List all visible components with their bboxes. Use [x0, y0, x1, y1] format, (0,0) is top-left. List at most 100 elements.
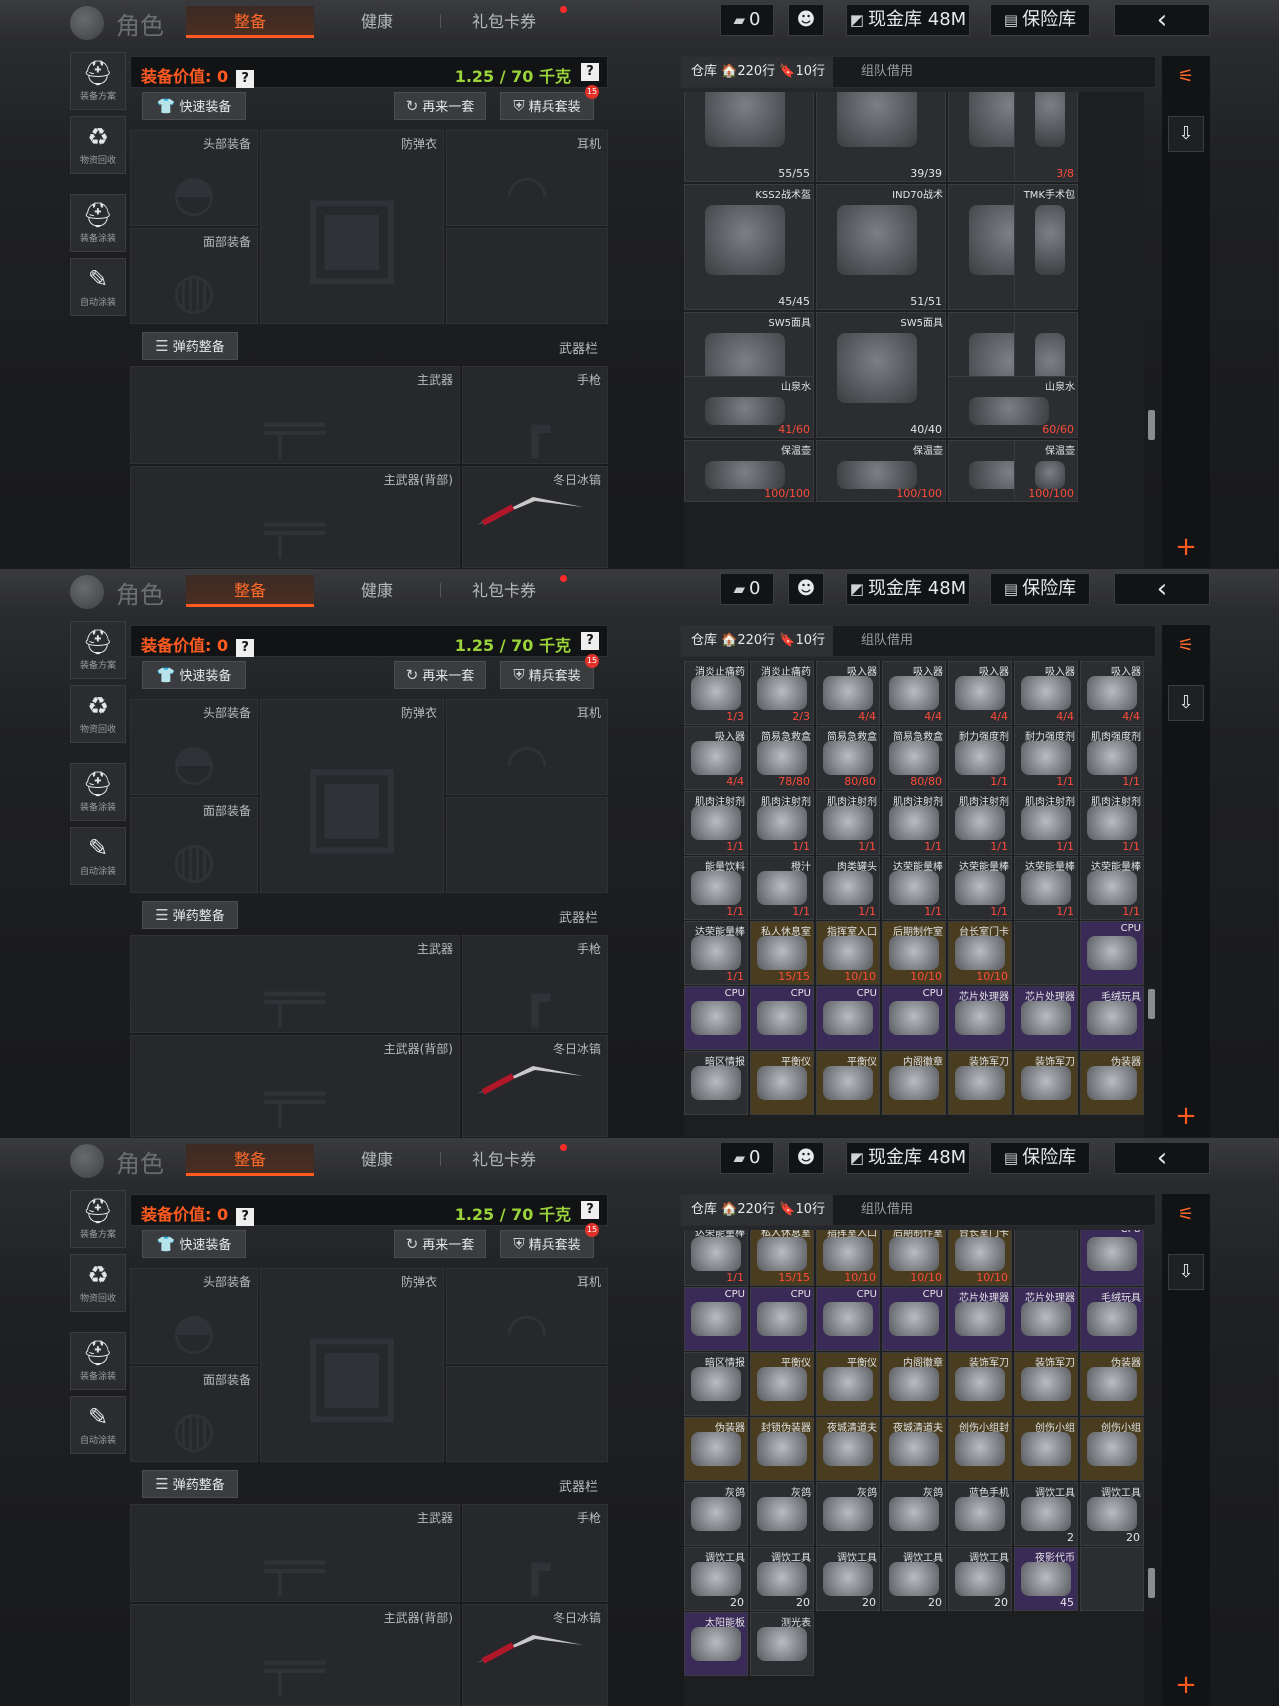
- inventory-item[interactable]: 后期制作室 10/10: [882, 921, 946, 985]
- inventory-item[interactable]: 指挥室入口 10/10: [816, 1230, 880, 1286]
- inventory-item[interactable]: 耐力强度剂 1/1: [1014, 726, 1078, 790]
- inventory-item[interactable]: 达荣能量棒 1/1: [948, 856, 1012, 920]
- ammo-prep-button[interactable]: ☰ 弹药整备: [142, 1470, 238, 1498]
- inventory-item[interactable]: [1014, 1230, 1078, 1286]
- inventory-item[interactable]: IND70战术 51/51: [816, 184, 946, 310]
- armor-slot[interactable]: 防弹衣 ▣: [260, 1268, 444, 1462]
- inventory-item[interactable]: 橙汁 1/1: [750, 856, 814, 920]
- inventory-item[interactable]: 伪装器: [684, 1417, 748, 1481]
- tab-gift[interactable]: 礼包卡券: [440, 575, 568, 607]
- inventory-item[interactable]: 测光表: [750, 1612, 814, 1676]
- coin-counter[interactable]: ▰ 0: [720, 1142, 774, 1174]
- inventory-item[interactable]: CPU: [750, 1287, 814, 1351]
- tab-gift[interactable]: 礼包卡券: [440, 6, 568, 38]
- help-icon[interactable]: ?: [236, 1208, 255, 1226]
- tab-health[interactable]: 健康: [320, 1144, 434, 1176]
- inventory-item[interactable]: CPU: [816, 986, 880, 1050]
- safe-vault-button[interactable]: ▤ 保险库: [990, 573, 1090, 605]
- inventory-item[interactable]: 伪装器: [1080, 1051, 1144, 1115]
- tab-warehouse[interactable]: 仓库 🏠220行 🔖10行: [681, 1195, 833, 1225]
- quick-equip-button[interactable]: 👕 快速装备: [142, 1230, 246, 1258]
- inventory-item[interactable]: 达荣能量棒 1/1: [684, 1230, 748, 1286]
- inventory-item[interactable]: 灰鸽: [816, 1482, 880, 1546]
- inventory-item[interactable]: 芯片处理器: [948, 986, 1012, 1050]
- inventory-item[interactable]: 指挥室入口 10/10: [816, 921, 880, 985]
- ear-slot[interactable]: 耳机 ◠: [446, 699, 608, 795]
- inventory-item[interactable]: 夜影代币 45: [1014, 1547, 1078, 1611]
- empty-slot[interactable]: [446, 1366, 608, 1462]
- cash-vault-button[interactable]: ◩ 现金库 48M: [846, 573, 970, 605]
- head-slot[interactable]: 头部装备 ◓: [130, 699, 258, 795]
- sidebar-item-recycle[interactable]: ♻ 物资回收: [70, 116, 126, 174]
- inventory-item[interactable]: 吸入器 4/4: [948, 661, 1012, 725]
- face-slot[interactable]: 面部装备 ◍: [130, 228, 258, 324]
- primary-weapon-slot[interactable]: 主武器 ╤═: [130, 935, 460, 1033]
- scrollbar[interactable]: [1148, 989, 1155, 1019]
- inventory-item[interactable]: 封锁伪装器: [750, 1417, 814, 1481]
- inventory-item[interactable]: 保温壶 100/100: [1014, 440, 1078, 502]
- inventory-item[interactable]: 毛绒玩具: [1080, 986, 1144, 1050]
- inventory-item[interactable]: [1080, 1547, 1144, 1611]
- back-weapon-slot[interactable]: 主武器(背部) ╤═: [130, 466, 460, 568]
- repeat-set-button[interactable]: ↻ 再来一套: [394, 1230, 486, 1258]
- inventory-item[interactable]: 装饰军刀: [948, 1352, 1012, 1416]
- inventory-item[interactable]: 平衡仪: [816, 1051, 880, 1115]
- inventory-item[interactable]: 简易急救盒 78/80: [750, 726, 814, 790]
- inventory-item[interactable]: 调饮工具 20: [948, 1547, 1012, 1611]
- inventory-item[interactable]: 台长室门卡 10/10: [948, 1230, 1012, 1286]
- stack-download-icon[interactable]: ⇩: [1168, 116, 1204, 152]
- help-icon[interactable]: ?: [236, 70, 255, 88]
- inventory-item[interactable]: CPU: [684, 986, 748, 1050]
- tab-gift[interactable]: 礼包卡券: [440, 1144, 568, 1176]
- weight-help-icon[interactable]: ?: [581, 63, 599, 81]
- inventory-item[interactable]: 平衡仪: [750, 1051, 814, 1115]
- inventory-item[interactable]: 太阳能板: [684, 1612, 748, 1676]
- weight-help-icon[interactable]: ?: [581, 632, 599, 650]
- inventory-item[interactable]: 调饮工具 20: [882, 1547, 946, 1611]
- inventory-item[interactable]: 芯片处理器: [1014, 1287, 1078, 1351]
- inventory-item[interactable]: 吸入器 4/4: [882, 661, 946, 725]
- inventory-item[interactable]: 平衡仪: [750, 1352, 814, 1416]
- repeat-set-button[interactable]: ↻ 再来一套: [394, 92, 486, 120]
- coin-counter[interactable]: ▰ 0: [720, 4, 774, 36]
- sidebar-item-loadout[interactable]: ⛑ 装备方案: [70, 52, 126, 110]
- add-icon[interactable]: +: [1168, 1668, 1204, 1704]
- weight-help-icon[interactable]: ?: [581, 1201, 599, 1219]
- inventory-item[interactable]: 3/8: [1014, 92, 1078, 182]
- head-slot[interactable]: 头部装备 ◓: [130, 1268, 258, 1364]
- inventory-item[interactable]: 保温壶 100/100: [684, 440, 814, 502]
- inventory-grid[interactable]: 消炎止痛药 1/3 消炎止痛药 2/3 吸入器 4/4 吸入器 4/4 吸入器 4/4 吸入器 4/4…: [684, 661, 1144, 1137]
- inventory-item[interactable]: 灰鸽: [882, 1482, 946, 1546]
- tab-team-borrow[interactable]: 组队借用: [861, 626, 941, 656]
- stack-download-icon[interactable]: ⇩: [1168, 685, 1204, 721]
- tab-team-borrow[interactable]: 组队借用: [861, 57, 941, 87]
- quick-equip-button[interactable]: 👕 快速装备: [142, 661, 246, 689]
- inventory-item[interactable]: 暗区情报: [684, 1051, 748, 1115]
- inventory-item[interactable]: 后期制作室 10/10: [882, 1230, 946, 1286]
- stack-download-icon[interactable]: ⇩: [1168, 1254, 1204, 1290]
- inventory-item[interactable]: 内阁徽章: [882, 1352, 946, 1416]
- sidebar-item-paint[interactable]: ⛑ 装备涂装: [70, 194, 126, 252]
- inventory-item[interactable]: 私人休息室 15/15: [750, 921, 814, 985]
- melee-slot[interactable]: 冬日冰镐: [462, 1035, 608, 1137]
- inventory-item[interactable]: 达荣能量棒 1/1: [1014, 856, 1078, 920]
- sort-icon[interactable]: ⚟: [1168, 60, 1204, 96]
- back-weapon-slot[interactable]: 主武器(背部) ╤═: [130, 1604, 460, 1706]
- sort-icon[interactable]: ⚟: [1168, 1198, 1204, 1234]
- inventory-item[interactable]: 创伤小组: [1080, 1417, 1144, 1481]
- inventory-item[interactable]: 达荣能量棒 1/1: [1080, 856, 1144, 920]
- inventory-item[interactable]: 肌肉强度剂 1/1: [1080, 726, 1144, 790]
- inventory-item[interactable]: AS200重型39/39: [816, 92, 946, 182]
- scrollbar[interactable]: [1148, 410, 1155, 440]
- inventory-item[interactable]: 简易急救盒 80/80: [882, 726, 946, 790]
- inventory-item[interactable]: 55/55: [684, 92, 814, 182]
- inventory-item[interactable]: 山泉水 60/60: [948, 376, 1078, 438]
- inventory-item[interactable]: TMK手术包: [1014, 184, 1078, 310]
- inventory-item[interactable]: 吸入器 4/4: [1014, 661, 1078, 725]
- pistol-slot[interactable]: 手枪 ┏: [462, 1504, 608, 1602]
- cash-vault-button[interactable]: ◩ 现金库 48M: [846, 1142, 970, 1174]
- tab-prep[interactable]: 整备: [186, 6, 314, 38]
- elite-set-button[interactable]: ⛨ 精兵套装 15: [500, 85, 599, 120]
- inventory-item[interactable]: 芯片处理器: [948, 1287, 1012, 1351]
- ammo-prep-button[interactable]: ☰ 弹药整备: [142, 332, 238, 360]
